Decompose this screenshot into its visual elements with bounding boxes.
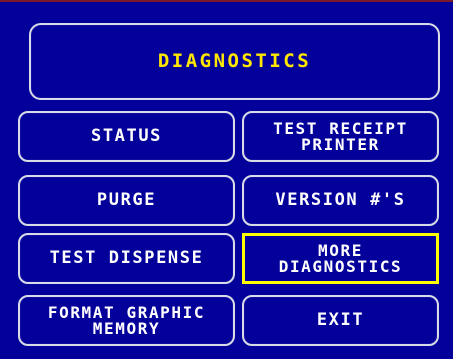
format-graphic-memory-button[interactable]: FORMAT GRAPHIC MEMORY [18, 295, 235, 346]
purge-button[interactable]: PURGE [18, 175, 235, 226]
test-dispense-button[interactable]: TEST DISPENSE [18, 233, 235, 284]
top-border-line [0, 0, 453, 2]
status-button[interactable]: STATUS [18, 111, 235, 162]
more-diagnostics-button[interactable]: MORE DIAGNOSTICS [242, 233, 439, 284]
exit-button[interactable]: EXIT [242, 295, 439, 346]
version-numbers-button[interactable]: VERSION #'S [242, 175, 439, 226]
page-title: DIAGNOSTICS [29, 23, 440, 100]
diagnostics-screen: DIAGNOSTICS STATUS TEST RECEIPT PRINTER … [0, 0, 453, 359]
test-receipt-printer-button[interactable]: TEST RECEIPT PRINTER [242, 111, 439, 162]
